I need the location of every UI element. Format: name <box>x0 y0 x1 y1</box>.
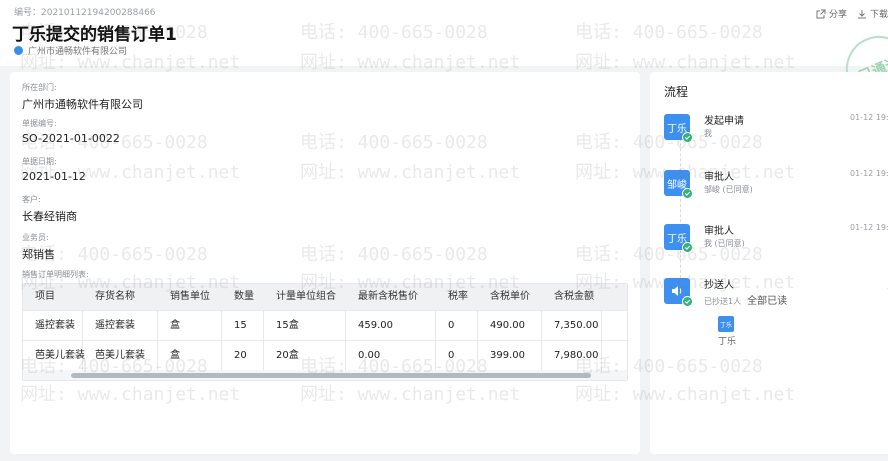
check-icon <box>682 188 693 199</box>
field-value: SO-2021-01-0022 <box>22 132 120 145</box>
column-header: 计量单位组合 <box>276 291 336 302</box>
page-title: 丁乐提交的销售订单1 <box>12 25 177 45</box>
order-lines-table: 项目 存货名称 销售单位 数量 计量单位组合 最新含税售价 税率 含税单价 含税… <box>22 283 628 381</box>
step-sub: 我 (已同意) <box>704 239 745 248</box>
step-sub: 我 <box>704 129 712 138</box>
field-customer: 客户: 长春经销商 <box>22 194 77 224</box>
company-name: 广州市通畅软件有限公司 <box>28 47 128 57</box>
column-header: 数量 <box>234 291 254 302</box>
column-header: 税率 <box>448 291 468 302</box>
share-button[interactable]: 分享 <box>816 7 847 20</box>
step-time: 01-12 19:42 <box>850 113 888 122</box>
check-icon <box>682 296 693 307</box>
field-value: 郑销售 <box>22 248 55 261</box>
step-sub: 已抄送1人 全部已读 <box>704 296 788 307</box>
table-cell: 遥控套装 <box>83 310 158 341</box>
table-cell <box>602 310 627 341</box>
company-line: 广州市通畅软件有限公司 <box>14 44 127 57</box>
table-row[interactable]: 遥控套装 遥控套装 盒 15 15盒 459.00 0 490.00 7,350… <box>23 310 627 341</box>
table-cell: 0 <box>436 340 478 371</box>
table-header: 项目 存货名称 销售单位 数量 计量单位组合 最新含税售价 税率 含税单价 含税… <box>23 284 627 310</box>
cc-avatar: 丁乐 <box>718 316 734 332</box>
download-icon <box>857 9 866 18</box>
flow-title: 流程 <box>664 85 689 99</box>
field-label: 所在部门: <box>22 83 57 92</box>
check-icon <box>682 242 693 253</box>
table-cell: 20盒 <box>264 340 346 371</box>
field-value: 长春经销商 <box>22 210 77 223</box>
field-label: 单据编号: <box>22 119 57 128</box>
step-time: 01-12 19:47 <box>850 223 888 232</box>
table-cell: 7,350.00 <box>542 310 602 341</box>
field-label: 单据日期: <box>22 157 57 166</box>
step-name: 发起申请 <box>704 116 744 127</box>
table-row[interactable]: 芭美儿套装 芭美儿套装 盒 20 20盒 0.00 0 399.00 7,980… <box>23 340 627 371</box>
download-button[interactable]: 下载 <box>857 7 888 20</box>
table-cell: 芭美儿套装 <box>83 340 158 371</box>
table-cell: 盒 <box>158 340 222 371</box>
step-name: 审批人 <box>704 226 734 237</box>
table-cell: 490.00 <box>478 310 542 341</box>
field-label: 客户: <box>22 195 41 204</box>
column-header: 存货名称 <box>95 291 135 302</box>
document-number: 编号：20210112194200288466 <box>14 8 156 18</box>
step-sub: 邹峻 (已同意) <box>704 185 753 194</box>
field-department: 所在部门: 广州市通畅软件有限公司 <box>22 82 143 112</box>
header-actions: 分享 下载 <box>816 7 888 20</box>
check-icon <box>682 132 693 143</box>
table-cell: 0.00 <box>346 340 436 371</box>
share-icon <box>816 9 826 18</box>
field-salesperson: 业务员: 郑销售 <box>22 232 55 262</box>
table-cell: 15盒 <box>264 310 346 341</box>
table-cell: 芭美儿套装 <box>23 340 85 371</box>
field-value: 广州市通畅软件有限公司 <box>22 98 143 111</box>
field-label: 业务员: <box>22 233 49 242</box>
table-cell: 20 <box>222 340 264 371</box>
order-detail-card: 所在部门: 广州市通畅软件有限公司 单据编号: SO-2021-01-0022 … <box>10 72 640 454</box>
table-cell: 15 <box>222 310 264 341</box>
table-cell: 盒 <box>158 310 222 341</box>
table-cell <box>602 340 627 371</box>
cc-name: 丁乐 <box>718 337 737 347</box>
column-header: 含税金额 <box>554 291 594 302</box>
table-cell: 459.00 <box>346 310 436 341</box>
horizontal-scrollbar[interactable] <box>23 370 627 380</box>
table-cell: 399.00 <box>478 340 542 371</box>
scrollbar-thumb[interactable] <box>71 373 591 378</box>
field-value: 2021-01-12 <box>22 170 86 183</box>
table-cell: 0 <box>436 310 478 341</box>
read-all-status: 全部已读 <box>747 296 788 307</box>
company-icon <box>14 46 23 55</box>
column-header: 含税单价 <box>490 291 530 302</box>
step-name: 审批人 <box>704 172 734 183</box>
flow-connector <box>680 128 681 278</box>
page-header: 编号：20210112194200288466 丁乐提交的销售订单1 广州市通畅… <box>0 0 888 66</box>
table-cell: 7,980.00 <box>542 340 602 371</box>
column-header: 销售单位 <box>170 291 210 302</box>
step-name: 抄送人 <box>704 280 734 291</box>
flow-card: 流程 丁乐 发起申请 我 01-12 19:42 邹峻 审批人 邹峻 (已同意)… <box>650 72 888 454</box>
field-doc-date: 单据日期: 2021-01-12 <box>22 156 86 183</box>
table-label: 销售订单明细列表: <box>22 270 89 279</box>
column-header: 项目 <box>35 291 55 302</box>
table-cell: 遥控套装 <box>23 310 83 341</box>
step-time: 01-12 19:42 <box>850 169 888 178</box>
column-header: 最新含税售价 <box>358 291 418 302</box>
field-doc-number: 单据编号: SO-2021-01-0022 <box>22 118 120 145</box>
